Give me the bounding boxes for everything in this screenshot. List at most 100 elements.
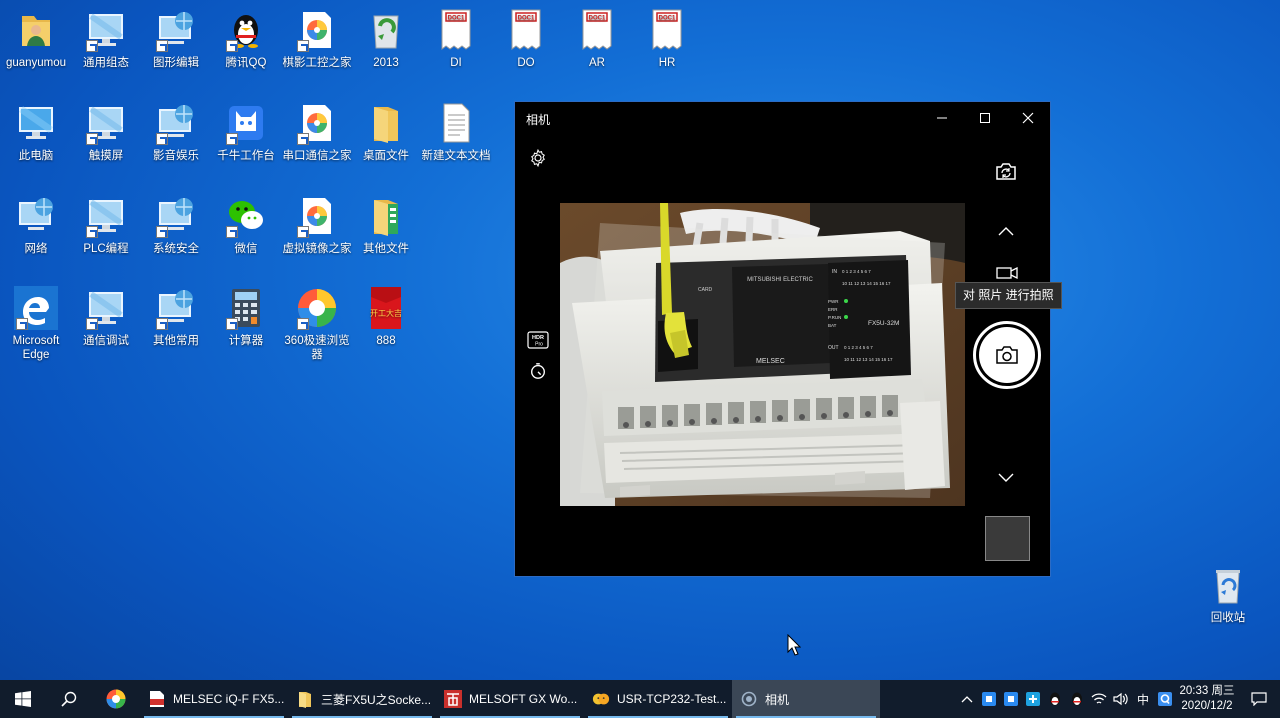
hdr-pro-button[interactable]: HDR Pro — [527, 330, 549, 350]
shortcut-arrow-icon — [297, 40, 309, 52]
mode-up-button[interactable] — [995, 220, 1017, 242]
desktop-icon-this-pc[interactable]: 此电脑 — [0, 101, 72, 163]
tray-app-q[interactable] — [1154, 680, 1176, 718]
shortcut-arrow-icon — [297, 318, 309, 330]
show-hidden-icons-button[interactable] — [956, 680, 978, 718]
desktop-icon-tongxin-tiaoshi[interactable]: 通信调试 — [70, 286, 142, 348]
desktop-icon-chumoping[interactable]: 触摸屏 — [70, 101, 142, 163]
maximize-icon — [980, 113, 990, 123]
desktop-icon-2013[interactable]: 2013 — [350, 8, 422, 70]
icon-label: 计算器 — [228, 335, 264, 347]
icon-label: 通用组态 — [83, 57, 129, 69]
svg-text:10 11 12 13 14 15 16 17: 10 11 12 13 14 15 16 17 — [842, 281, 891, 286]
desktop-icon-edge[interactable]: Microsoft Edge — [0, 286, 72, 362]
shortcut-arrow-icon — [156, 133, 168, 145]
taskbar-app-usr-tcp232[interactable]: USR-TCP232-Test... — [584, 680, 732, 718]
tray-app-3[interactable] — [1022, 680, 1044, 718]
camera-window: 相机 HDR Pro MITSUBISHI ELECTRIC MELSEC CA… — [514, 101, 1062, 577]
desktop-icon-hr[interactable]: DOC1 HR — [631, 8, 703, 70]
maximize-button[interactable] — [963, 102, 1007, 134]
desktop-icon-guanyumou[interactable]: guanyumou — [0, 8, 72, 70]
svg-text:P.RUN: P.RUN — [828, 315, 841, 320]
video-camera-icon — [996, 266, 1018, 280]
tray-qq-2[interactable] — [1066, 680, 1088, 718]
desktop-icon-qiying[interactable]: 棋影工控之家 — [281, 8, 353, 70]
notification-icon — [1251, 692, 1267, 706]
start-button[interactable] — [0, 680, 46, 718]
tray-qq-1[interactable] — [1044, 680, 1066, 718]
desktop-icon-yingyin[interactable]: 影音娱乐 — [140, 101, 212, 163]
desktop-icon-do[interactable]: DOC1 DO — [490, 8, 562, 70]
hdr-pro-icon: HDRPro — [527, 331, 549, 349]
shortcut-arrow-icon — [156, 226, 168, 238]
taskbar-360-browser[interactable] — [92, 680, 140, 718]
icon-label: 回收站 — [1210, 612, 1246, 624]
close-button[interactable] — [1006, 102, 1050, 134]
search-button[interactable] — [46, 680, 92, 718]
desktop-icon-chuankou[interactable]: 串口通信之家 — [281, 101, 353, 163]
network-status[interactable] — [1088, 680, 1110, 718]
svg-text:OUT: OUT — [828, 345, 839, 351]
switch-camera-button[interactable] — [993, 158, 1019, 184]
desktop-icon-qita-changyong[interactable]: 其他常用 — [140, 286, 212, 348]
clock[interactable]: 20:33 周三 2020/12/2 — [1176, 684, 1238, 714]
settings-button[interactable] — [527, 147, 549, 169]
calculator-icon — [224, 286, 268, 330]
tcp-tester-icon — [592, 690, 610, 708]
icon-label: 触摸屏 — [88, 150, 124, 162]
blue-app-icon — [1026, 692, 1040, 706]
ime-indicator[interactable]: 中 — [1132, 680, 1154, 718]
taskbar-app-explorer[interactable]: 三菱FX5U之Socke... — [288, 680, 436, 718]
taskbar-app-gx-works[interactable]: MELSOFT GX Wo... — [436, 680, 584, 718]
last-photo-thumbnail[interactable] — [985, 516, 1030, 561]
taskbar-app-melsec-pdf[interactable]: MELSEC iQ-F FX5... — [140, 680, 288, 718]
svg-text:开工大吉: 开工大吉 — [370, 308, 402, 318]
action-center-button[interactable] — [1238, 680, 1280, 718]
desktop-icon-xuni-jingxiang[interactable]: 虚拟镜像之家 — [281, 194, 353, 256]
desktop-icon-tuxing-bianji[interactable]: 图形编辑 — [140, 8, 212, 70]
volume-control[interactable] — [1110, 680, 1132, 718]
shortcut-arrow-icon — [156, 318, 168, 330]
desktop-icon-di[interactable]: DOC1 DI — [420, 8, 492, 70]
monitor-icon — [84, 286, 128, 330]
plc-photo: MITSUBISHI ELECTRIC MELSEC CARD IN 0 1 2… — [560, 203, 965, 506]
desktop-icon-888[interactable]: 开工大吉 888 — [350, 286, 422, 348]
desktop-icon-recycle-bin[interactable]: 回收站 — [1192, 563, 1264, 625]
minimize-button[interactable] — [920, 102, 964, 134]
icon-label: 棋影工控之家 — [282, 57, 352, 69]
desktop-icon-qita-wenjian[interactable]: 其他文件 — [350, 194, 422, 256]
clock-date: 2020/12/2 — [1181, 700, 1233, 712]
desktop-icon-ar[interactable]: DOC1 AR — [561, 8, 633, 70]
desktop-icon-qianniu[interactable]: 千牛工作台 — [210, 101, 282, 163]
desktop-icon-tongyong-zutai[interactable]: 通用组态 — [70, 8, 142, 70]
timer-button[interactable] — [527, 360, 549, 382]
desktop-icon-plc[interactable]: PLC编程 — [70, 194, 142, 256]
desktop-icon-zhuomian-wenjian[interactable]: 桌面文件 — [350, 101, 422, 163]
monitor-icon — [84, 8, 128, 52]
mouse-cursor-icon — [787, 634, 801, 656]
desktop-icon-wechat[interactable]: 微信 — [210, 194, 282, 256]
taskbar-app-camera[interactable]: 相机 — [732, 680, 880, 718]
title-bar[interactable]: 相机 — [515, 102, 1050, 134]
doc-colorwheel-icon — [295, 101, 339, 145]
user-folder-icon — [14, 8, 58, 52]
desktop-icon-calculator[interactable]: 计算器 — [210, 286, 282, 348]
windows-logo-icon — [15, 691, 31, 707]
mode-down-button[interactable] — [995, 467, 1017, 489]
tray-app-2[interactable] — [1000, 680, 1022, 718]
qianniu-icon — [224, 101, 268, 145]
shutter-tooltip: 对 照片 进行拍照 — [955, 282, 1062, 309]
svg-text:DOC1: DOC1 — [659, 16, 676, 22]
shortcut-arrow-icon — [86, 318, 98, 330]
desktop-icon-xitong-anquan[interactable]: 系统安全 — [140, 194, 212, 256]
desktop-icon-network[interactable]: 网络 — [0, 194, 72, 256]
desktop-icon-360-browser[interactable]: 360极速浏览器 — [281, 286, 353, 362]
desktop-icon-xinjian-wenben[interactable]: 新建文本文档 — [420, 101, 492, 163]
video-mode-button[interactable] — [995, 264, 1019, 282]
folder-icon — [296, 690, 314, 708]
tray-app-1[interactable] — [978, 680, 1000, 718]
desktop-icon-qq[interactable]: 腾讯QQ — [210, 8, 282, 70]
svg-text:DOC1: DOC1 — [518, 16, 535, 22]
shortcut-arrow-icon — [156, 40, 168, 52]
take-photo-button[interactable] — [973, 321, 1041, 389]
